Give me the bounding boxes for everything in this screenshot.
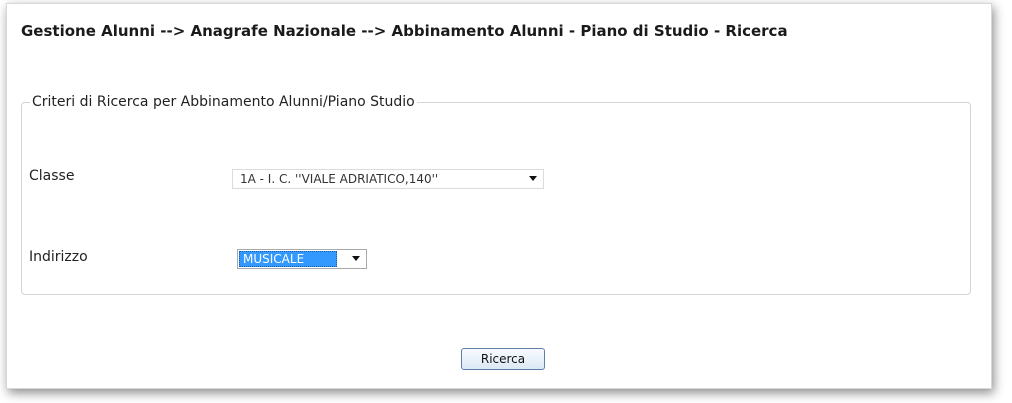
chevron-down-icon bbox=[529, 176, 537, 181]
search-criteria-fieldset: Criteri di Ricerca per Abbinamento Alunn… bbox=[21, 94, 971, 295]
classe-select[interactable]: 1A - I. C. ''VIALE ADRIATICO,140'' bbox=[232, 169, 544, 189]
main-panel: Gestione Alunni --> Anagrafe Nazionale -… bbox=[6, 3, 992, 389]
classe-label: Classe bbox=[29, 168, 75, 184]
page-title: Gestione Alunni --> Anagrafe Nazionale -… bbox=[21, 22, 788, 40]
indirizzo-selected-value: MUSICALE bbox=[239, 251, 337, 267]
search-criteria-legend: Criteri di Ricerca per Abbinamento Alunn… bbox=[32, 94, 415, 110]
indirizzo-label: Indirizzo bbox=[29, 249, 88, 265]
indirizzo-select[interactable]: MUSICALE bbox=[237, 249, 367, 269]
search-button[interactable]: Ricerca bbox=[461, 348, 545, 370]
classe-selected-value: 1A - I. C. ''VIALE ADRIATICO,140'' bbox=[240, 172, 439, 186]
chevron-down-icon bbox=[352, 256, 360, 261]
